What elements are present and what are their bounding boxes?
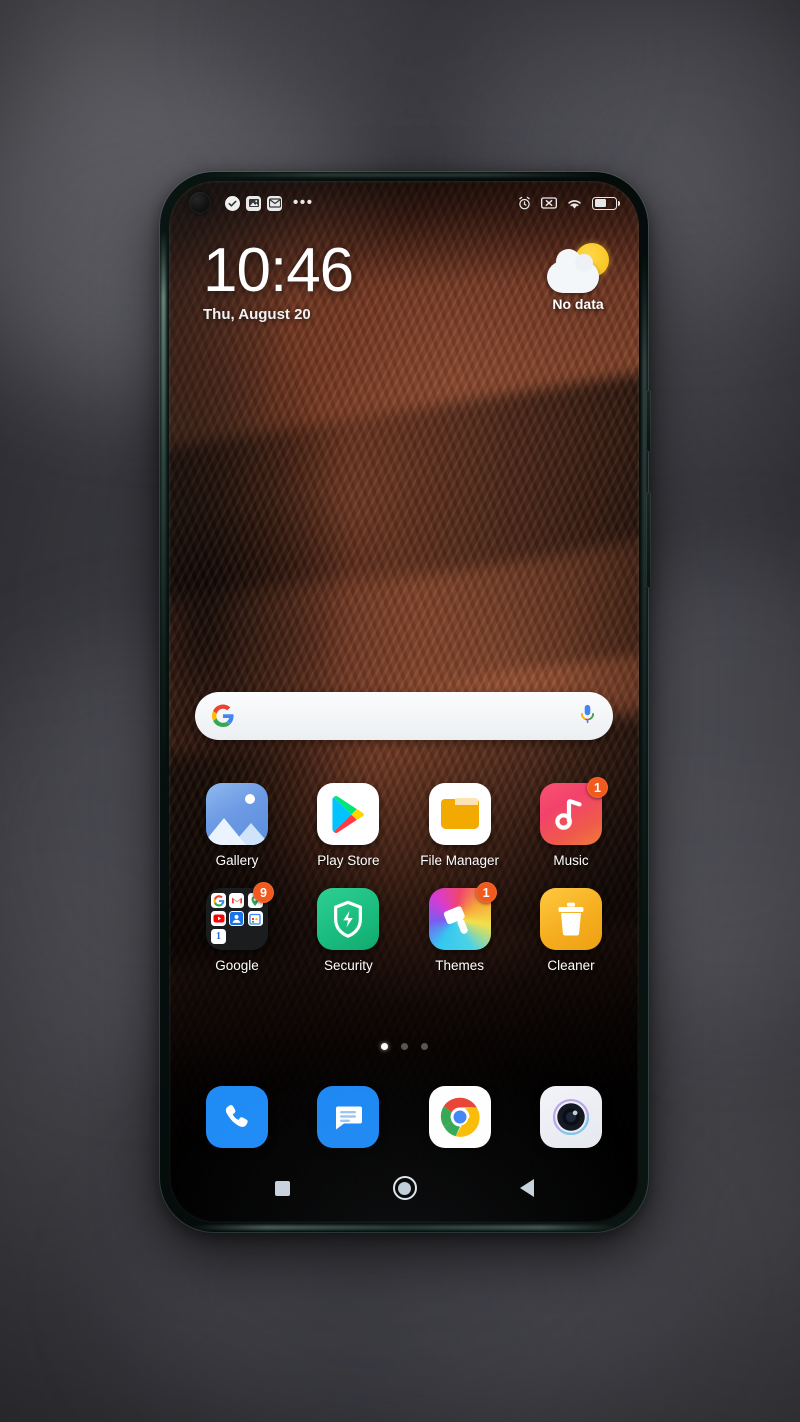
- app-play-store[interactable]: Play Store: [302, 783, 394, 868]
- app-cleaner[interactable]: Cleaner: [525, 888, 617, 973]
- frame-right-highlight: [642, 252, 647, 952]
- weather-status: No data: [552, 296, 604, 312]
- youtube-icon: [211, 911, 226, 926]
- notification-badge: 1: [586, 777, 608, 798]
- calendar-icon: [247, 911, 263, 926]
- app-label: Security: [323, 958, 373, 973]
- search-bar-container: [169, 692, 639, 740]
- notification-badge: 9: [253, 882, 274, 903]
- app-folder-google[interactable]: 1 9 Google: [191, 882, 283, 973]
- app-row: Gallery Play Store File Manager 1 Music: [191, 777, 617, 868]
- dock: [169, 1086, 639, 1148]
- chrome-icon: [428, 1086, 491, 1148]
- app-label: Play Store: [317, 853, 380, 868]
- app-gallery[interactable]: Gallery: [191, 783, 283, 868]
- app-label: Gallery: [215, 853, 259, 868]
- security-shield-icon: [317, 888, 380, 950]
- front-camera-punch-hole: [189, 192, 211, 214]
- gallery-notification-icon: [246, 195, 261, 211]
- app-label: Themes: [435, 958, 485, 973]
- app-themes[interactable]: 1 Themes: [414, 882, 506, 973]
- frame-left-highlight: [161, 230, 166, 790]
- app-label: File Manager: [420, 853, 500, 868]
- app-music[interactable]: 1 Music: [525, 777, 617, 868]
- top-widgets: 10:46 Thu, August 20 No data: [169, 239, 639, 323]
- app-grid: Gallery Play Store File Manager 1 Music …: [169, 777, 639, 993]
- wifi-icon: [566, 197, 583, 210]
- navigation-bar: [169, 1167, 639, 1209]
- page-dot-3[interactable]: [420, 1043, 428, 1050]
- recents-button[interactable]: [274, 1180, 290, 1196]
- clock-widget[interactable]: 10:46 Thu, August 20: [203, 236, 354, 324]
- cleaner-trash-icon: [539, 888, 602, 950]
- google-search-bar[interactable]: [195, 692, 613, 740]
- vibrate-mute-icon: [541, 196, 557, 210]
- gmail-icon: [229, 893, 245, 908]
- battery-icon: [592, 196, 621, 210]
- app-row: 1 9 Google Security 1 Themes Cleaner: [191, 882, 617, 973]
- frame-bottom-highlight: [190, 1225, 618, 1230]
- volume-button[interactable]: [646, 390, 651, 452]
- app-security[interactable]: Security: [302, 888, 394, 973]
- more-notifications-icon: •••: [293, 194, 314, 211]
- google-search-icon: [211, 893, 226, 908]
- clock-time: 10:46: [203, 236, 354, 305]
- messages-icon: [317, 1086, 380, 1148]
- phone-screen: ••• 10:46 Thu, August 20 No data Gallery…: [169, 181, 639, 1223]
- notification-badge: 1: [475, 882, 497, 903]
- weather-widget[interactable]: No data: [543, 243, 613, 312]
- clock-date: Thu, August 20: [203, 306, 311, 324]
- app-label: Cleaner: [547, 958, 595, 973]
- google-g-icon: [211, 704, 235, 728]
- back-button[interactable]: [519, 1179, 534, 1197]
- contacts-icon: [229, 911, 245, 926]
- docs-icon: 1: [211, 929, 226, 944]
- dock-app-camera[interactable]: [525, 1086, 617, 1148]
- camera-icon: [539, 1086, 602, 1148]
- notification-icons[interactable]: •••: [225, 194, 314, 211]
- file-manager-icon: [428, 783, 491, 845]
- app-label: Music: [553, 853, 589, 868]
- status-bar-right: [517, 196, 621, 211]
- frame-top-highlight: [200, 173, 608, 177]
- status-bar[interactable]: •••: [169, 181, 639, 225]
- dock-app-chrome[interactable]: [414, 1086, 506, 1148]
- phone-device: ••• 10:46 Thu, August 20 No data Gallery…: [160, 172, 651, 1232]
- app-file-manager[interactable]: File Manager: [414, 783, 506, 868]
- power-button[interactable]: [646, 492, 651, 588]
- sun-behind-cloud-icon: [543, 243, 613, 295]
- page-dot-2[interactable]: [400, 1043, 408, 1050]
- dock-app-phone[interactable]: [191, 1086, 283, 1148]
- dock-app-messages[interactable]: [302, 1086, 394, 1148]
- phone-icon: [206, 1086, 268, 1148]
- gallery-icon: [206, 783, 268, 845]
- alarm-icon: [517, 196, 532, 211]
- app-label: Google: [215, 958, 259, 973]
- gmail-icon: [267, 195, 282, 211]
- page-indicator: [169, 1043, 639, 1050]
- home-button[interactable]: [392, 1176, 417, 1200]
- microphone-icon[interactable]: [578, 704, 597, 728]
- page-dot-1[interactable]: [380, 1043, 388, 1050]
- play-store-icon: [317, 783, 380, 845]
- whatsapp-icon: [225, 195, 240, 211]
